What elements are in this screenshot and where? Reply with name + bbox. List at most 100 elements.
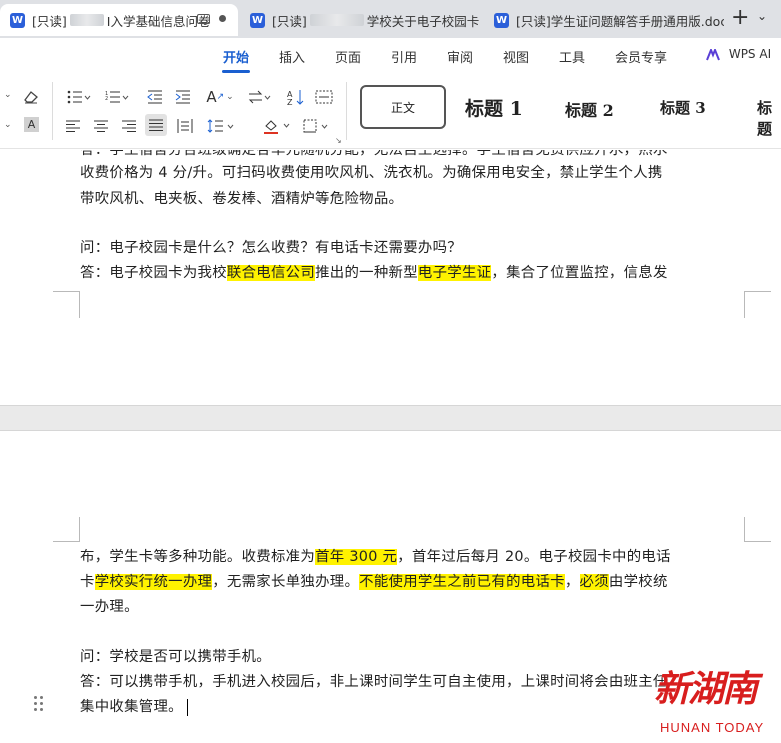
tab-3-title: 学生证问题解答手册通用版.doc (550, 13, 724, 29)
menu-page[interactable]: 页面 (335, 47, 361, 66)
doc-paragraph-line[interactable]: 卡学校实行统一办理，无需家长单独办理。不能使用学生之前已有的电话卡，必须由学校统 (80, 570, 668, 591)
eraser-icon[interactable] (22, 88, 40, 106)
unsaved-dot-icon[interactable] (219, 15, 226, 22)
styles-gallery: 正文 标题 1 标题 2 标题 3 标题 (355, 82, 781, 138)
document-tab-bar: W [只读] I入学基础信息问卷 W [只读] 学校关于电子校园卡 W [只读]… (0, 0, 781, 38)
doc-answer-line[interactable]: 答：可以携带手机，手机进入校园后，非上课时间学生可自主使用，上课时间将会由班主任 (80, 670, 668, 691)
decrease-indent-icon[interactable] (146, 88, 164, 106)
active-menu-indicator (222, 70, 250, 73)
tab-1-title: I入学基础信息问卷 (106, 13, 211, 29)
text-run: ，首年过后每月 20。电子校园卡中的电话 (397, 549, 671, 565)
increase-indent-icon[interactable] (174, 88, 192, 106)
doc-paragraph-line[interactable]: 布，学生卡等多种功能。收费标准为首年 300 元，首年过后每月 20。电子校园卡… (80, 545, 671, 566)
document-tab-2[interactable]: W [只读] 学校关于电子校园卡 (240, 4, 480, 36)
word-doc-icon: W (250, 12, 265, 28)
text-run: ，无需家长单独办理。 (212, 574, 360, 590)
toolbar-separator (52, 82, 53, 140)
align-left-icon[interactable] (64, 117, 82, 135)
chevron-down-icon[interactable]: ⌄ (757, 9, 767, 23)
doc-answer-line[interactable]: 答：电子校园卡为我校联合电信公司推出的一种新型电子学生证，集合了位置监控，信息发 (80, 261, 668, 282)
word-doc-icon: W (494, 12, 509, 28)
doc-answer-line[interactable]: 集中收集管理。 (80, 695, 189, 716)
ribbon-menu-bar: 开始 插入 页面 引用 审阅 视图 工具 会员专享 WPS AI (0, 38, 781, 74)
distributed-align-icon[interactable] (175, 117, 195, 135)
menu-insert[interactable]: 插入 (279, 47, 305, 66)
text-run: 由学校统 (608, 574, 668, 590)
text-direction-icon[interactable] (246, 87, 274, 107)
text-run: 集中收集管理。 (80, 699, 183, 715)
sort-icon[interactable]: AZ (286, 87, 306, 107)
tab-3-prefix: [只读] (516, 13, 551, 29)
text-run: 推出的一种新型 (315, 265, 418, 281)
doc-paragraph-line[interactable]: 收费价格为 4 分/升。可扫码收费使用吹风机、洗衣机。为确保用电安全，禁止学生个… (80, 161, 663, 182)
paint-bucket-icon[interactable] (262, 116, 292, 136)
news-watermark-logo: 新湖南 HUNAN TODAY (648, 660, 780, 742)
font-shading-label: A (27, 118, 36, 131)
page-gap (0, 405, 781, 431)
highlighted-text: 必须 (579, 574, 609, 590)
text-run: ，集合了位置监控，信息发 (491, 265, 668, 281)
document-tab-3[interactable]: W [只读] 学生证问题解答手册通用版.doc (484, 4, 724, 36)
style-heading-2[interactable]: 标题 2 (565, 97, 614, 121)
justify-icon[interactable] (145, 114, 167, 136)
align-center-icon[interactable] (92, 117, 110, 135)
highlighted-text: 首年 300 元 (315, 549, 398, 565)
dialog-launcher-icon[interactable]: ↘ (335, 136, 342, 145)
menu-membership[interactable]: 会员专享 (615, 47, 667, 66)
font-shading-button[interactable]: A (24, 117, 39, 132)
menu-review[interactable]: 审阅 (447, 47, 473, 66)
numbered-list-icon[interactable]: 12 (104, 88, 130, 106)
style-heading-3[interactable]: 标题 3 (660, 97, 706, 118)
style-heading-4[interactable]: 标题 (757, 97, 781, 139)
doc-question-line[interactable]: 问：电子校园卡是什么？怎么收费？有电话卡还需要办吗？ (80, 236, 462, 257)
watermark-cn: 新湖南 (654, 668, 758, 710)
doc-question-line[interactable]: 问：学校是否可以携带手机。 (80, 645, 271, 666)
page-margin-corner (744, 517, 771, 542)
wps-ai-logo-icon (706, 48, 720, 60)
highlighted-text: 联合电信公司 (226, 265, 316, 281)
menu-references[interactable]: 引用 (391, 47, 417, 66)
tab-2-title: 学校关于电子校园卡 (366, 13, 480, 29)
highlighted-text: 电子学生证 (417, 265, 492, 281)
highlighted-text: 学校实行统一办理 (94, 574, 213, 590)
menu-home[interactable]: 开始 (223, 47, 249, 66)
border-icon[interactable] (302, 116, 332, 136)
page-margin-corner (53, 517, 80, 542)
chevron-down-icon[interactable]: ⌄ (2, 120, 12, 130)
highlighted-text: 不能使用学生之前已有的电话卡 (359, 574, 565, 590)
tab-1-prefix: [只读] (32, 13, 67, 29)
style-normal[interactable]: 正文 (360, 85, 446, 129)
page-margin-corner (53, 291, 80, 318)
text-run: ， (564, 574, 580, 590)
new-tab-plus-icon[interactable]: + (731, 6, 749, 30)
word-doc-icon: W (10, 12, 25, 28)
drag-handle-icon[interactable] (34, 696, 44, 712)
text-effect-icon[interactable]: A ↗ ⌄ (204, 87, 236, 107)
page-margin-corner (744, 291, 771, 318)
monitor-icon (197, 14, 210, 24)
svg-text:2: 2 (105, 96, 108, 102)
text-run: 卡 (80, 574, 95, 590)
blurred-text (69, 14, 104, 26)
text-run: 布，学生卡等多种功能。收费标准为 (80, 549, 316, 565)
wps-ai-button[interactable]: WPS AI (706, 47, 771, 61)
chevron-down-icon[interactable]: ⌄ (2, 90, 12, 100)
show-marks-icon[interactable] (314, 87, 334, 107)
text-cursor (186, 698, 189, 716)
menu-view[interactable]: 视图 (503, 47, 529, 66)
toolbar-separator (346, 82, 347, 140)
doc-paragraph-line[interactable]: 带吹风机、电夹板、卷发棒、酒精炉等危险物品。 (80, 187, 403, 208)
line-spacing-icon[interactable] (206, 117, 236, 135)
blurred-text (309, 14, 364, 26)
watermark-en: HUNAN TODAY (660, 720, 765, 735)
tab-2-prefix: [只读] (272, 13, 307, 29)
bullet-list-icon[interactable] (66, 88, 92, 106)
doc-paragraph-line[interactable]: 一办理。 (80, 595, 139, 616)
style-normal-label: 正文 (390, 100, 415, 115)
document-tab-1[interactable]: W [只读] I入学基础信息问卷 (0, 4, 238, 36)
align-right-icon[interactable] (120, 117, 138, 135)
menu-tools[interactable]: 工具 (559, 47, 585, 66)
svg-text:Z: Z (287, 98, 293, 105)
style-heading-1[interactable]: 标题 1 (465, 94, 523, 121)
text-run: 答：电子校园卡为我校 (80, 265, 227, 281)
